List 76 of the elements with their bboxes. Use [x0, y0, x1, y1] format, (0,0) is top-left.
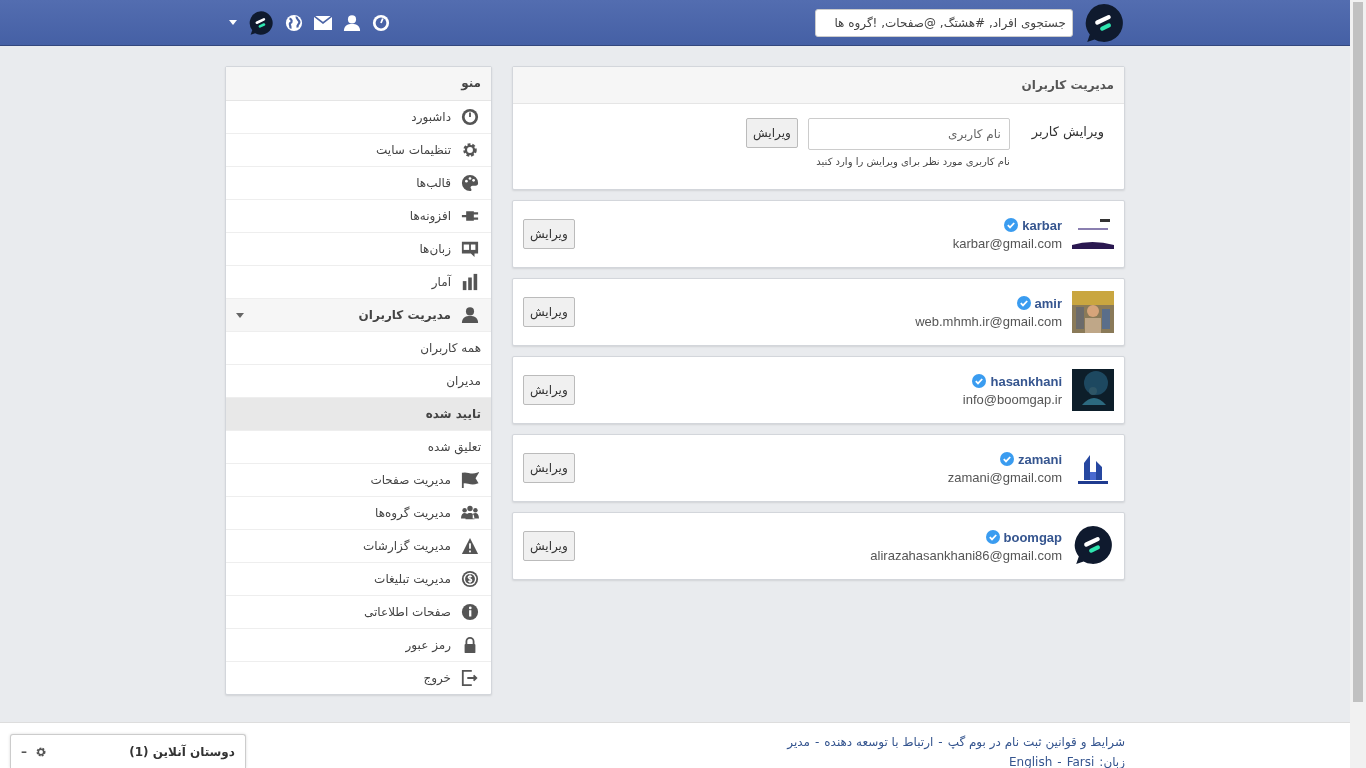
edit-button[interactable]: ویرایش — [523, 531, 575, 561]
verified-icon — [985, 530, 1000, 544]
separator: - — [938, 735, 943, 749]
user-icon[interactable] — [343, 13, 361, 32]
edit-button[interactable]: ویرایش — [746, 118, 798, 148]
info-icon — [461, 603, 479, 621]
sidebar-subitem[interactable]: همه کاربران — [226, 332, 491, 365]
sidebar-subitem[interactable]: تایید شده — [226, 398, 491, 431]
sidebar-item[interactable]: تنظیمات سایت — [226, 134, 491, 167]
sidebar-item[interactable]: مدیریت گزارشات — [226, 530, 491, 563]
separator: - — [1057, 755, 1062, 768]
language-label: زبان: — [1099, 755, 1125, 768]
bar-chart-icon — [461, 273, 479, 291]
logo-icon — [1072, 523, 1114, 566]
sidebar-subitem[interactable]: تعلیق شده — [226, 431, 491, 464]
sidebar-item[interactable]: رمز عبور — [226, 629, 491, 662]
sidebar-item[interactable]: مدیریت صفحات — [226, 464, 491, 497]
user-name[interactable]: karbar — [1022, 217, 1062, 233]
flag-icon — [461, 471, 479, 489]
caret-icon[interactable] — [229, 20, 237, 25]
user-icon — [461, 306, 479, 324]
footer-link[interactable]: ارتباط با توسعه دهنده — [824, 735, 934, 749]
user-email: web.mhmh.ir@gmail.com — [915, 313, 1062, 329]
language-link[interactable]: English — [1008, 755, 1053, 768]
palette-icon — [461, 174, 479, 192]
online-friends-bar[interactable]: دوستان آنلاین (1) – — [10, 734, 246, 768]
exit-icon — [461, 669, 479, 687]
sidebar-item[interactable]: مدیریت گروه‌ها — [226, 497, 491, 530]
sidebar-item[interactable]: مدیریت کاربران — [226, 299, 491, 332]
menu-title: منو — [226, 67, 491, 101]
verified-icon — [1004, 218, 1019, 232]
help-text: نام کاربری مورد نظر برای ویرایش را وارد کنید — [815, 156, 1010, 167]
verified-icon — [999, 452, 1014, 466]
logo-icon — [1083, 1, 1125, 44]
user-email: zamani@gmail.com — [947, 469, 1062, 485]
language-link[interactable]: Farsi — [1066, 755, 1095, 768]
user-email: info@boomgap.ir — [962, 391, 1062, 407]
gauge-icon[interactable] — [372, 13, 390, 32]
sidebar-item[interactable]: صفحات اطلاعاتی — [226, 596, 491, 629]
sidebar-item[interactable]: زبان‌ها — [226, 233, 491, 266]
sidebar-item[interactable]: داشبورد — [226, 101, 491, 134]
sidebar-item[interactable]: خروج — [226, 662, 491, 694]
sidebar-item[interactable]: افزونه‌ها — [226, 200, 491, 233]
username-field[interactable]: نام کاربری — [807, 118, 1010, 150]
warning-icon — [461, 537, 479, 555]
edit-button[interactable]: ویرایش — [523, 219, 575, 249]
edit-button[interactable]: ویرایش — [523, 453, 575, 483]
user-email: karbar@gmail.com — [952, 235, 1062, 251]
settings-icon — [461, 141, 479, 159]
search-field[interactable]: جستجوی افراد, #هشتگ, @صفحات, !گروه ها — [815, 8, 1073, 37]
user-name[interactable]: boomgap — [1003, 529, 1062, 545]
footer-link[interactable]: مدیر — [787, 735, 810, 749]
verified-icon — [1016, 296, 1031, 310]
field-label: ویرایش کاربر — [1031, 124, 1104, 139]
language-icon — [461, 240, 479, 258]
mail-icon[interactable] — [314, 15, 332, 30]
verified-icon — [972, 374, 987, 388]
minimize-button[interactable]: – — [21, 744, 27, 759]
logo-icon — [248, 9, 274, 36]
edit-button[interactable]: ویرایش — [523, 297, 575, 327]
edit-button[interactable]: ویرایش — [523, 375, 575, 405]
group-icon — [461, 504, 479, 522]
user-name[interactable]: amir — [1034, 295, 1062, 311]
user-name[interactable]: zamani — [1017, 451, 1062, 467]
user-name[interactable]: hasankhani — [990, 373, 1062, 389]
user-email: alirazahasankhani86@gmail.com — [870, 547, 1062, 563]
settings-icon[interactable] — [35, 745, 47, 758]
chat-title: دوستان آنلاین (1) — [129, 744, 235, 759]
globe-icon[interactable] — [285, 13, 303, 32]
footer-link[interactable]: شرایط و قوانین ثبت نام در بوم گپ — [947, 735, 1125, 749]
sidebar-item[interactable]: قالب‌ها — [226, 167, 491, 200]
separator: - — [814, 735, 820, 749]
panel-title: مدیریت کاربران — [513, 67, 1124, 104]
sidebar-item[interactable]: مدیریت تبلیغات — [226, 563, 491, 596]
dollar-coin-icon — [461, 570, 479, 588]
gauge-icon — [461, 108, 479, 126]
